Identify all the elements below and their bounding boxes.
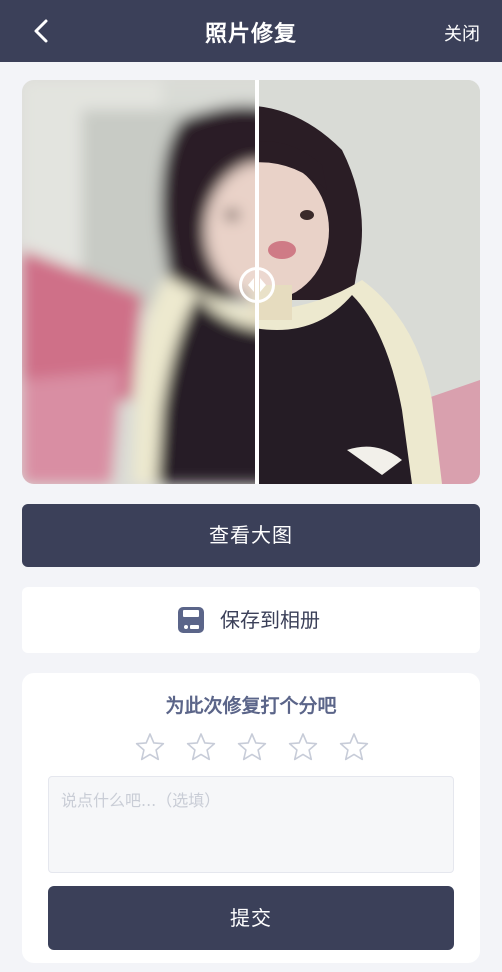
- star-1-icon[interactable]: [134, 731, 166, 763]
- save-to-album-button[interactable]: 保存到相册: [22, 587, 480, 653]
- star-3-icon[interactable]: [236, 731, 268, 763]
- save-to-album-label: 保存到相册: [220, 608, 320, 632]
- compare-slider-handle-icon[interactable]: [239, 267, 275, 303]
- comment-textarea[interactable]: [48, 776, 454, 873]
- star-2-icon[interactable]: [185, 731, 217, 763]
- star-4-icon[interactable]: [287, 731, 319, 763]
- view-large-image-button[interactable]: 查看大图: [22, 504, 480, 567]
- top-nav-bar: 照片修复 关闭: [0, 0, 502, 62]
- before-after-photo-compare[interactable]: [22, 80, 480, 484]
- page-title: 照片修复: [204, 22, 297, 47]
- submit-button[interactable]: 提交: [48, 886, 454, 950]
- close-button[interactable]: 关闭: [444, 20, 480, 46]
- rating-card: 为此次修复打个分吧 提交: [22, 673, 480, 963]
- floppy-disk-icon: [177, 606, 205, 634]
- rating-prompt: 为此次修复打个分吧: [165, 695, 337, 717]
- star-5-icon[interactable]: [338, 731, 370, 763]
